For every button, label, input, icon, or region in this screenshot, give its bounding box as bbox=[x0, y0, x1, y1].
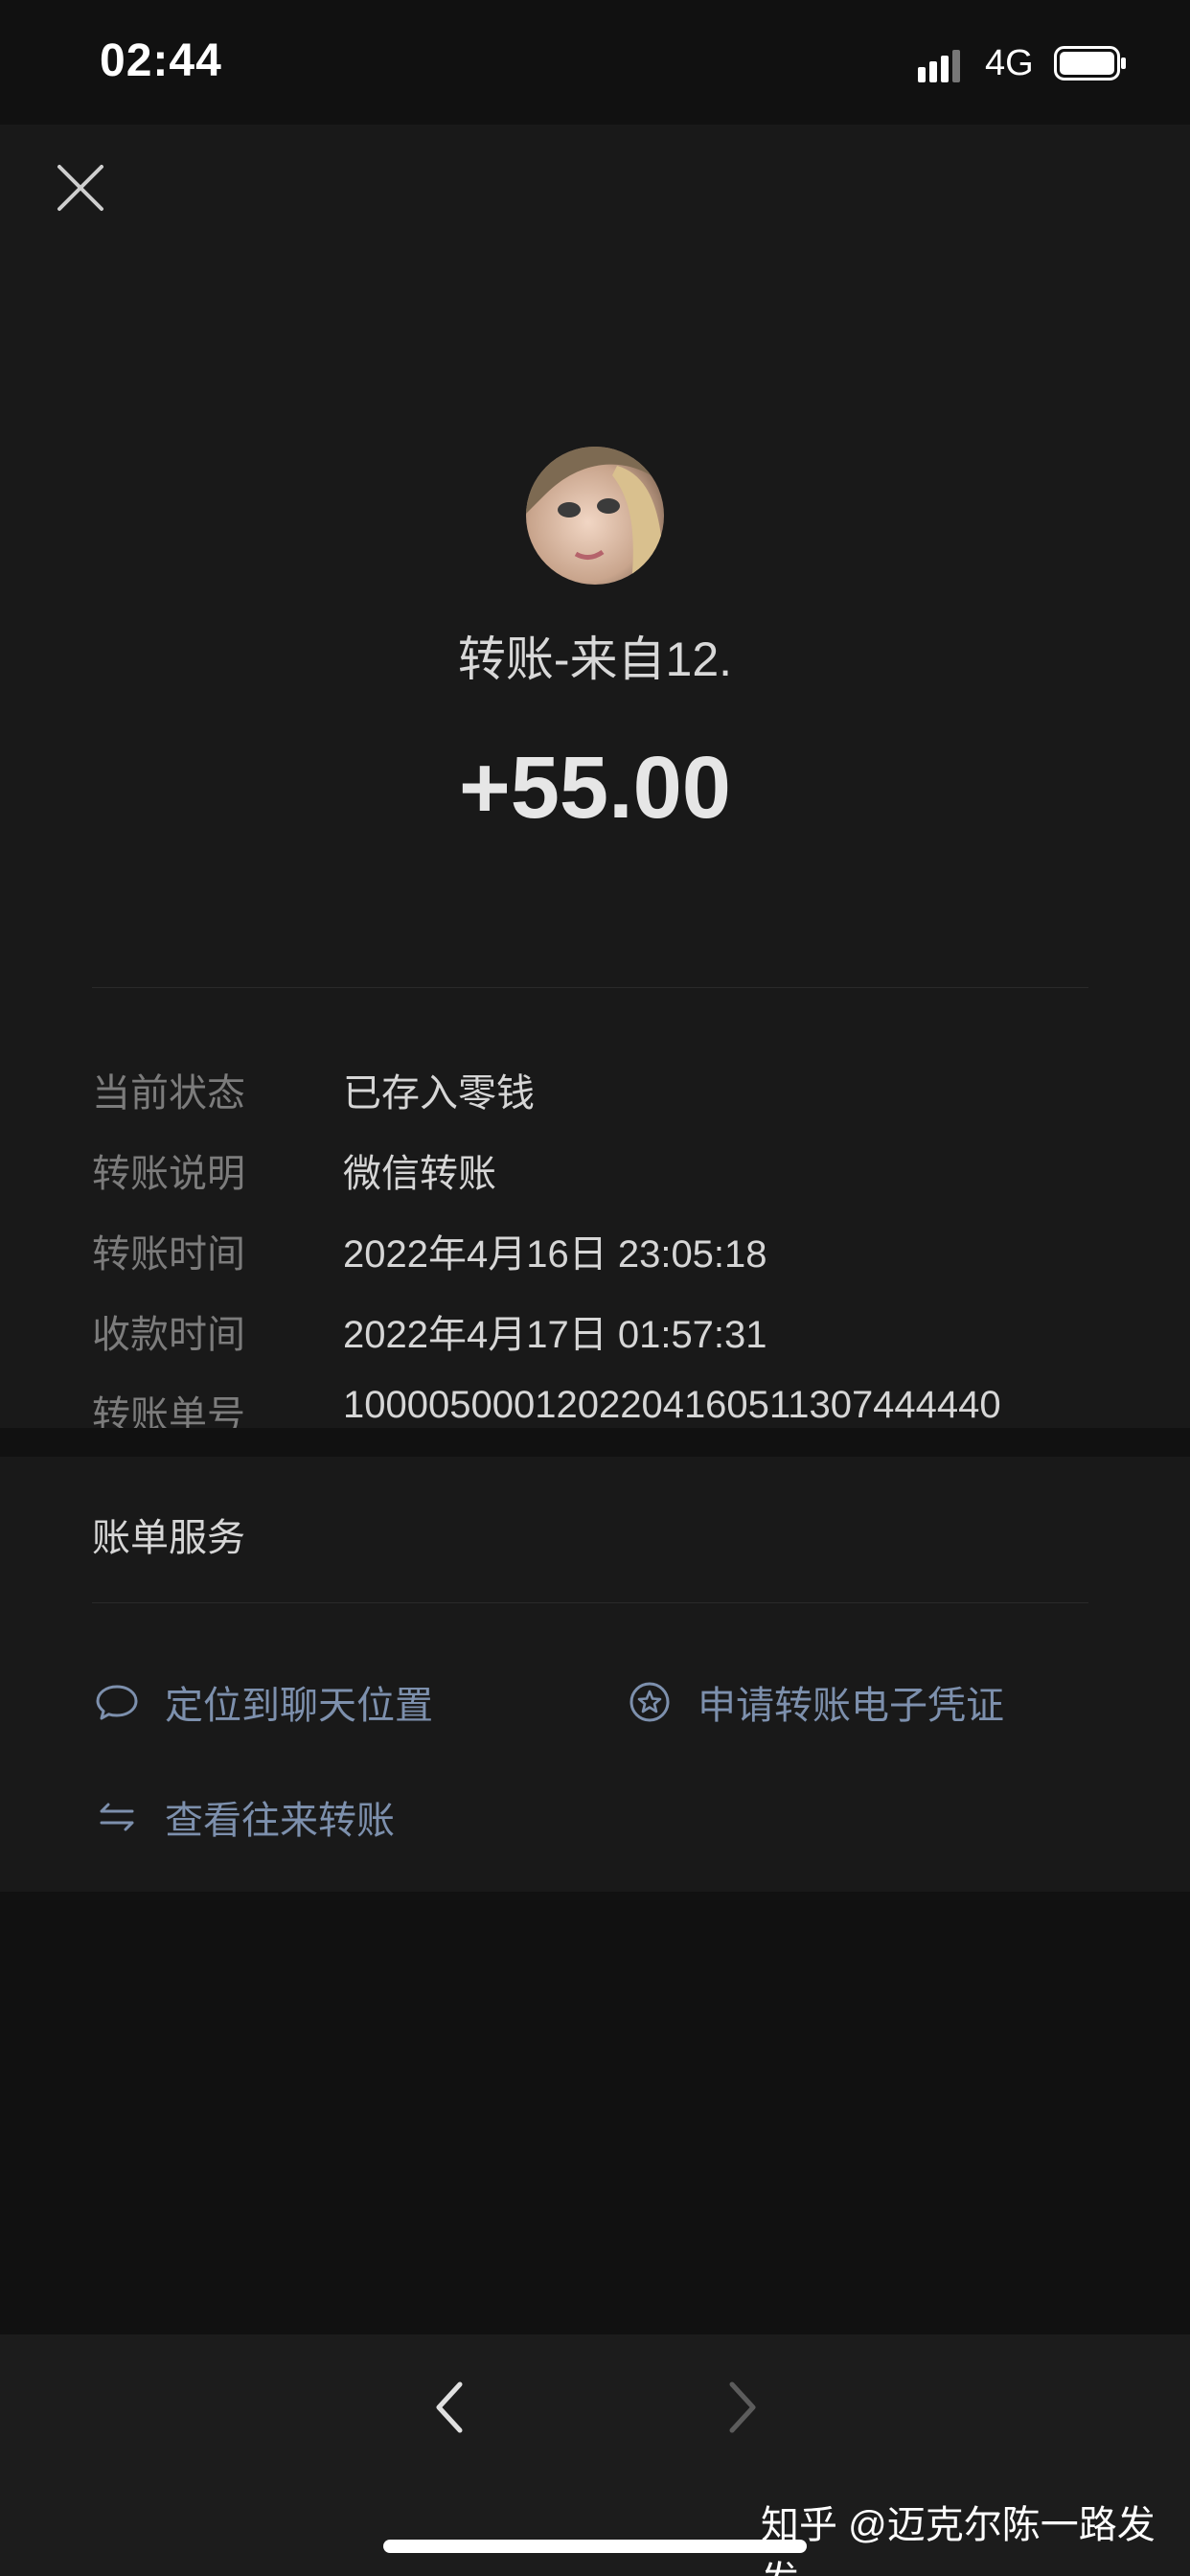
detail-value: 2022年4月17日 01:57:31 bbox=[343, 1314, 767, 1356]
home-indicator[interactable] bbox=[383, 2540, 807, 2553]
view-transfers-button[interactable]: 查看往来转账 bbox=[94, 1788, 395, 1846]
section-gap bbox=[0, 1428, 1190, 1457]
sender-avatar bbox=[526, 447, 664, 585]
detail-value: 2022年4月16日 23:05:18 bbox=[343, 1233, 767, 1276]
divider bbox=[92, 1602, 1088, 1603]
divider bbox=[92, 987, 1088, 988]
apply-e-voucher-button[interactable]: 申请转账电子凭证 bbox=[627, 1673, 1004, 1731]
close-icon[interactable] bbox=[50, 157, 111, 218]
transfer-details: 当前状态 已存入零钱 转账说明 微信转账 转账时间 2022年4月16日 23:… bbox=[92, 1062, 1146, 1464]
signal-strength-icon bbox=[918, 50, 960, 82]
status-bar: 02:44 4G bbox=[0, 0, 1190, 125]
detail-label: 收款时间 bbox=[92, 1314, 245, 1356]
swap-arrows-icon bbox=[100, 1803, 134, 1831]
star-badge-icon bbox=[629, 1682, 670, 1722]
service-label: 查看往来转账 bbox=[165, 1800, 395, 1842]
detail-value: 已存入零钱 bbox=[343, 1072, 535, 1115]
bill-services-panel: 账单服务 定位到聊天位置 申请转账电子凭证 查看往来转账 bbox=[0, 1457, 1190, 1892]
detail-row-transfer-time: 转账时间 2022年4月16日 23:05:18 bbox=[92, 1223, 1146, 1303]
detail-value: 微信转账 bbox=[343, 1153, 496, 1195]
detail-label: 转账时间 bbox=[92, 1233, 245, 1276]
forward-arrow-icon[interactable] bbox=[717, 2377, 767, 2438]
watermark-text: 知乎 @迈克尔陈一路发发 bbox=[761, 2504, 1156, 2576]
detail-row-receive-time: 收款时间 2022年4月17日 01:57:31 bbox=[92, 1303, 1146, 1384]
locate-chat-button[interactable]: 定位到聊天位置 bbox=[94, 1673, 433, 1731]
detail-label: 转账说明 bbox=[92, 1153, 245, 1195]
status-time: 02:44 bbox=[100, 35, 222, 86]
chat-bubble-icon bbox=[96, 1685, 138, 1720]
battery-icon bbox=[1054, 46, 1126, 80]
network-type: 4G bbox=[985, 43, 1034, 83]
detail-row-status: 当前状态 已存入零钱 bbox=[92, 1062, 1146, 1142]
detail-row-note: 转账说明 微信转账 bbox=[92, 1142, 1146, 1223]
screen: 转账-来自12. +55.00 当前状态 已存入零钱 转账说明 微信转账 转账时… bbox=[0, 0, 1190, 2576]
detail-label: 当前状态 bbox=[92, 1072, 245, 1115]
bottom-navigation-bar: 知乎 @迈克尔陈一路发发 bbox=[0, 2334, 1190, 2576]
detail-value[interactable]: 1000050001202204160511307444440 bbox=[343, 1384, 1001, 1427]
transfer-title: 转账-来自12. bbox=[457, 632, 733, 686]
service-label: 定位到聊天位置 bbox=[165, 1685, 433, 1727]
services-title: 账单服务 bbox=[92, 1517, 245, 1559]
service-label: 申请转账电子凭证 bbox=[698, 1685, 1004, 1727]
back-arrow-icon[interactable] bbox=[425, 2377, 475, 2438]
transfer-header-panel: 转账-来自12. +55.00 当前状态 已存入零钱 转账说明 微信转账 转账时… bbox=[0, 125, 1190, 1437]
transfer-amount: +55.00 bbox=[459, 739, 731, 837]
